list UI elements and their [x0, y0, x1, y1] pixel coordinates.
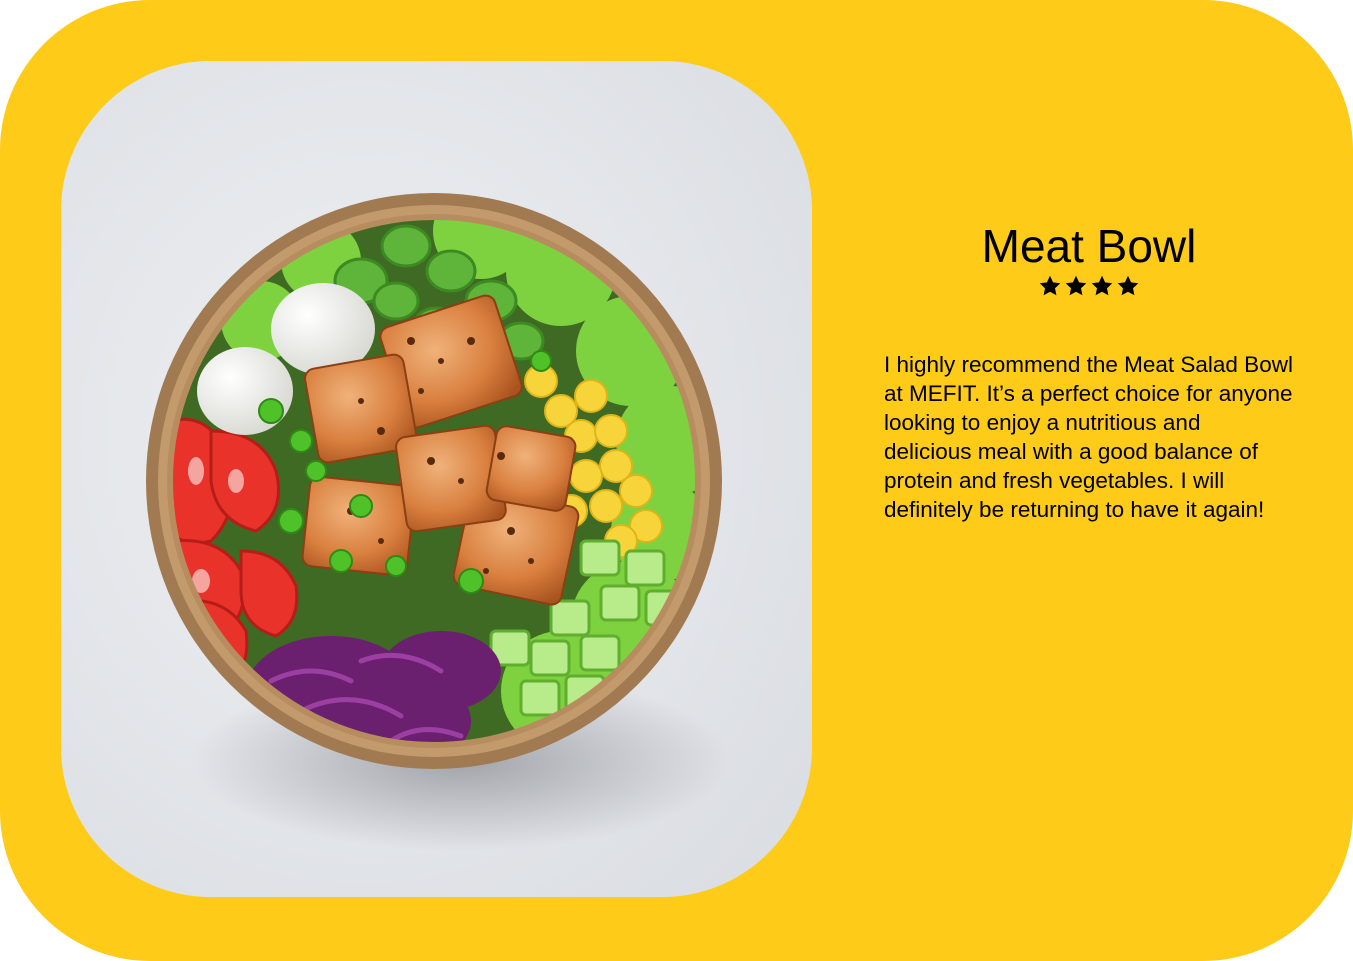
rating-stars	[884, 274, 1294, 304]
meat-bowl-photo	[61, 61, 812, 897]
review-card: Meat Bowl I highly recommend the Meat Sa…	[0, 0, 1353, 961]
star-icon	[1064, 274, 1088, 298]
salad-bowl-illustration	[61, 61, 812, 897]
star-icon	[1116, 274, 1140, 298]
review-text: I highly recommend the Meat Salad Bowl a…	[884, 352, 1293, 522]
star-icon	[1038, 274, 1062, 298]
star-icon	[1090, 274, 1114, 298]
review-info: Meat Bowl I highly recommend the Meat Sa…	[884, 200, 1294, 524]
